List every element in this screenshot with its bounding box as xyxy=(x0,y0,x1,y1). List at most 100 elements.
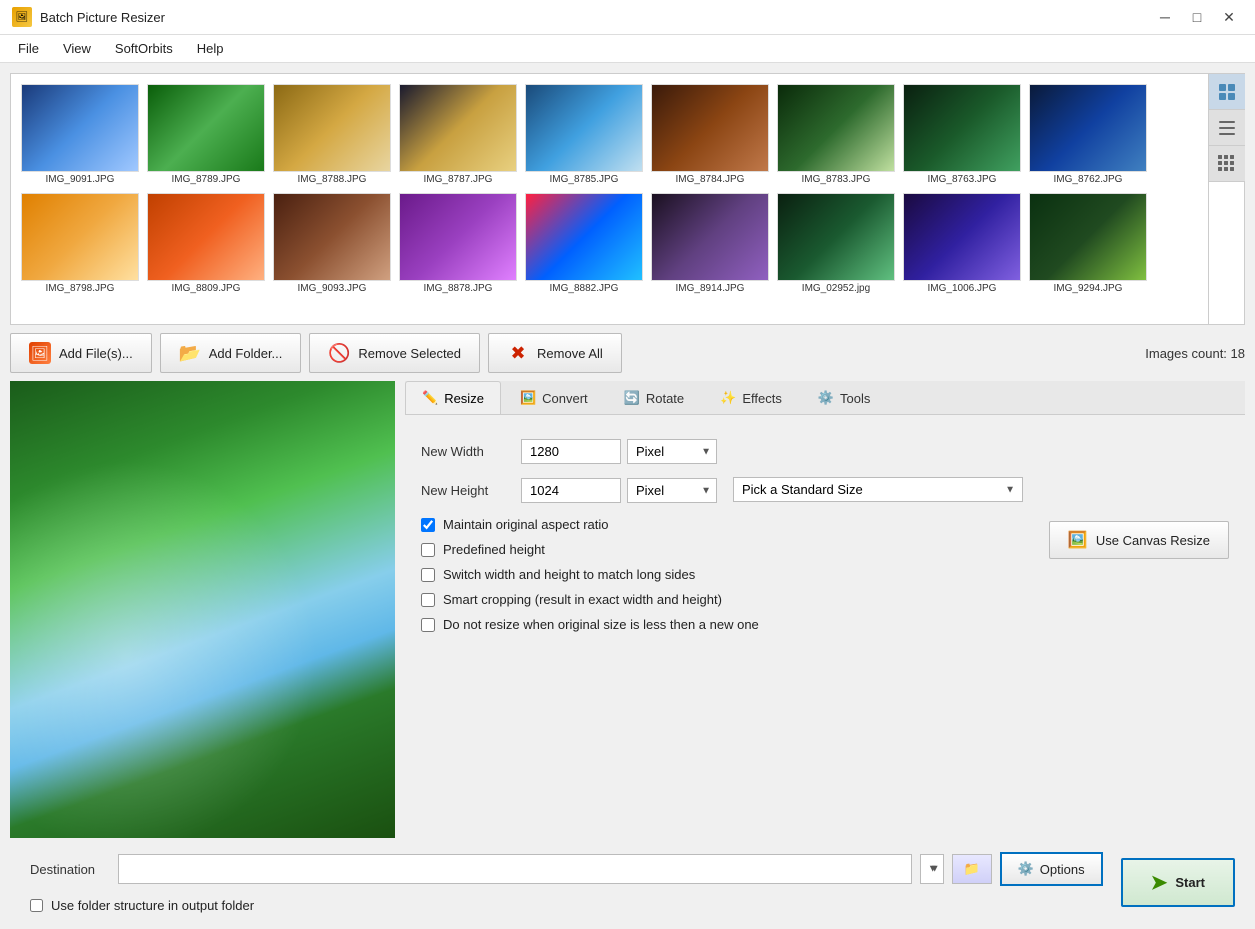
thumbnail-label: IMG_8787.JPG xyxy=(424,174,493,185)
preview-panel xyxy=(10,381,395,838)
close-button[interactable]: ✕ xyxy=(1215,6,1243,28)
browse-folder-button[interactable]: 📁 xyxy=(952,854,992,884)
options-icon: ⚙️ xyxy=(1018,861,1034,877)
add-files-button[interactable]: 🖼 Add File(s)... xyxy=(10,333,152,373)
tab-convert[interactable]: 🖼️ Convert xyxy=(503,381,605,414)
thumbnail-label: IMG_9091.JPG xyxy=(46,174,115,185)
list-item[interactable]: IMG_8788.JPG xyxy=(271,82,393,187)
list-item[interactable]: IMG_8914.JPG xyxy=(649,191,771,296)
tab-tools[interactable]: ⚙️ Tools xyxy=(801,381,888,414)
list-item[interactable]: IMG_8785.JPG xyxy=(523,82,645,187)
predefined-height-label: Predefined height xyxy=(443,542,545,557)
convert-tab-label: Convert xyxy=(542,391,588,406)
list-item[interactable]: IMG_8783.JPG xyxy=(775,82,897,187)
folder-structure-checkbox[interactable] xyxy=(30,899,43,912)
canvas-resize-button[interactable]: 🖼️ Use Canvas Resize xyxy=(1049,521,1229,559)
thumbnail-image xyxy=(399,84,517,172)
tools-tab-label: Tools xyxy=(840,391,870,406)
width-row: New Width Pixel Percent Centimeter Inch xyxy=(421,439,717,464)
smart-cropping-checkbox[interactable] xyxy=(421,593,435,607)
tabs-bar: ✏️ Resize 🖼️ Convert 🔄 Rotate ✨ Effects … xyxy=(405,381,1245,415)
thumbnail-label: IMG_8788.JPG xyxy=(298,174,367,185)
thumbnail-image xyxy=(21,84,139,172)
menu-help[interactable]: Help xyxy=(187,37,234,60)
thumbnail-image xyxy=(21,193,139,281)
height-input[interactable] xyxy=(521,478,621,503)
maximize-button[interactable]: □ xyxy=(1183,6,1211,28)
action-toolbar: 🖼 Add File(s)... 📂 Add Folder... 🚫 Remov… xyxy=(10,333,1245,373)
thumbnail-label: IMG_8809.JPG xyxy=(172,283,241,294)
options-button[interactable]: ⚙️ Options xyxy=(1000,852,1103,886)
height-label: New Height xyxy=(421,483,521,498)
list-item[interactable]: IMG_9294.JPG xyxy=(1027,191,1149,296)
predefined-height-checkbox[interactable] xyxy=(421,543,435,557)
switch-dimensions-checkbox[interactable] xyxy=(421,568,435,582)
height-unit-select[interactable]: Pixel Percent Centimeter Inch xyxy=(627,478,717,503)
list-item[interactable]: IMG_8784.JPG xyxy=(649,82,771,187)
window-controls: ─ □ ✕ xyxy=(1151,6,1243,28)
list-item[interactable]: IMG_8882.JPG xyxy=(523,191,645,296)
menu-view[interactable]: View xyxy=(53,37,101,60)
grid-small-view-button[interactable] xyxy=(1209,146,1245,182)
destination-dropdown-wrapper: ▼ xyxy=(920,854,944,884)
remove-selected-label: Remove Selected xyxy=(358,346,461,361)
thumbnail-image xyxy=(1029,193,1147,281)
minimize-button[interactable]: ─ xyxy=(1151,6,1179,28)
destination-row: Destination ▼ 📁 ⚙️ Options xyxy=(20,852,1113,886)
remove-selected-button[interactable]: 🚫 Remove Selected xyxy=(309,333,480,373)
tab-rotate[interactable]: 🔄 Rotate xyxy=(607,381,702,414)
add-files-label: Add File(s)... xyxy=(59,346,133,361)
remove-all-button[interactable]: ✖ Remove All xyxy=(488,333,622,373)
menu-softorbits[interactable]: SoftOrbits xyxy=(105,37,183,60)
no-upscale-checkbox[interactable] xyxy=(421,618,435,632)
list-item[interactable]: IMG_8798.JPG xyxy=(19,191,141,296)
images-count: Images count: 18 xyxy=(1145,346,1245,361)
thumbnail-label: IMG_8784.JPG xyxy=(676,174,745,185)
add-files-icon: 🖼 xyxy=(29,342,51,364)
resize-tab-label: Resize xyxy=(444,391,484,406)
width-unit-select[interactable]: Pixel Percent Centimeter Inch xyxy=(627,439,717,464)
thumbnail-label: IMG_1006.JPG xyxy=(928,283,997,294)
standard-size-select[interactable]: Pick a Standard Size xyxy=(733,477,1023,502)
start-button[interactable]: ➤ Start xyxy=(1121,858,1235,907)
gallery-area[interactable]: IMG_9091.JPG IMG_8789.JPG IMG_8788.JPG IMG_… xyxy=(11,74,1208,324)
options-label: Options xyxy=(1040,862,1085,877)
destination-input[interactable] xyxy=(118,854,912,884)
add-folder-button[interactable]: 📂 Add Folder... xyxy=(160,333,302,373)
thumbnail-image xyxy=(147,193,265,281)
browse-folder-icon: 📁 xyxy=(964,861,980,877)
bottom-bar-left: Destination ▼ 📁 ⚙️ Options Use folder st… xyxy=(20,852,1113,913)
bottom-area: ✏️ Resize 🖼️ Convert 🔄 Rotate ✨ Effects … xyxy=(10,381,1245,838)
effects-tab-icon: ✨ xyxy=(720,390,736,406)
tab-resize[interactable]: ✏️ Resize xyxy=(405,381,501,414)
list-item[interactable]: IMG_1006.JPG xyxy=(901,191,1023,296)
checkbox-row-4: Do not resize when original size is less… xyxy=(421,617,759,632)
tab-effects[interactable]: ✨ Effects xyxy=(703,381,799,414)
folder-structure-label: Use folder structure in output folder xyxy=(51,898,254,913)
tools-tab-icon: ⚙️ xyxy=(818,390,834,406)
list-item[interactable]: IMG_8878.JPG xyxy=(397,191,519,296)
list-view-button[interactable] xyxy=(1209,110,1245,146)
list-item[interactable]: IMG_8763.JPG xyxy=(901,82,1023,187)
thumbnail-image xyxy=(777,84,895,172)
remove-all-label: Remove All xyxy=(537,346,603,361)
checkbox-row-3: Smart cropping (result in exact width an… xyxy=(421,592,759,607)
thumbnail-label: IMG_8798.JPG xyxy=(46,283,115,294)
grid-large-view-button[interactable] xyxy=(1209,74,1245,110)
destination-dropdown[interactable] xyxy=(920,854,944,884)
thumbnail-label: IMG_8763.JPG xyxy=(928,174,997,185)
list-item[interactable]: IMG_02952.jpg xyxy=(775,191,897,296)
menu-file[interactable]: File xyxy=(8,37,49,60)
list-item[interactable]: IMG_8762.JPG xyxy=(1027,82,1149,187)
list-item[interactable]: IMG_9091.JPG xyxy=(19,82,141,187)
width-input[interactable] xyxy=(521,439,621,464)
no-upscale-label: Do not resize when original size is less… xyxy=(443,617,759,632)
app-title: Batch Picture Resizer xyxy=(40,10,165,25)
gallery-wrapper: IMG_9091.JPG IMG_8789.JPG IMG_8788.JPG IMG_… xyxy=(10,73,1245,325)
main-content: IMG_9091.JPG IMG_8789.JPG IMG_8788.JPG IMG_… xyxy=(0,63,1255,929)
list-item[interactable]: IMG_8789.JPG xyxy=(145,82,267,187)
list-item[interactable]: IMG_9093.JPG xyxy=(271,191,393,296)
maintain-aspect-checkbox[interactable] xyxy=(421,518,435,532)
list-item[interactable]: IMG_8809.JPG xyxy=(145,191,267,296)
list-item[interactable]: IMG_8787.JPG xyxy=(397,82,519,187)
